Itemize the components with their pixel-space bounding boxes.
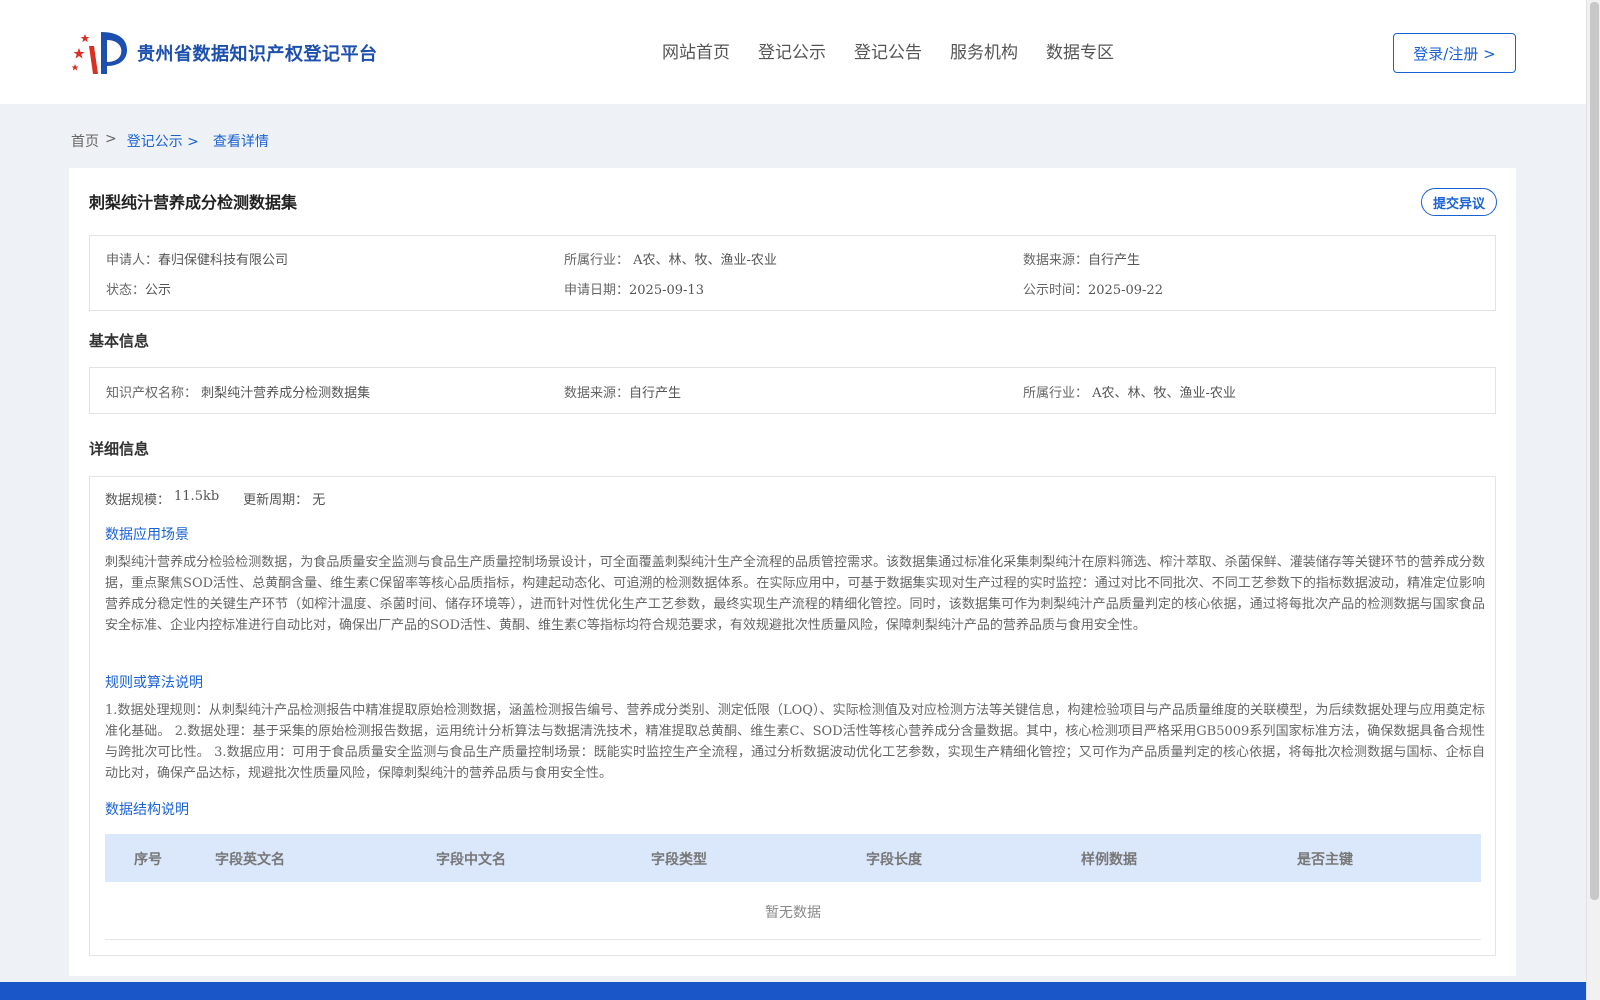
publish-date-label: 公示时间：	[1023, 283, 1089, 298]
scrollbar-thumb[interactable]	[1590, 2, 1599, 900]
source-field: 数据来源：自行产生	[1023, 249, 1140, 268]
col-field-length: 字段长度	[866, 852, 922, 868]
basic-source-value: 自行产生	[629, 386, 682, 401]
basic-info-box: 知识产权名称： 刺梨纯汁营养成分检测数据集 数据来源：自行产生 所属行业： A农…	[89, 367, 1496, 414]
basic-industry-label: 所属行业：	[1023, 386, 1089, 401]
col-field-type: 字段类型	[651, 852, 707, 868]
data-meta: 数据规模： 11.5kb 更新周期： 无	[105, 489, 329, 508]
col-field-chinese-name: 字段中文名	[436, 852, 506, 868]
source-label: 数据来源：	[1023, 253, 1089, 268]
breadcrumb: 首页 > 登记公示 > 查看详情	[71, 131, 275, 151]
platform-name[interactable]: 贵州省数据知识产权登记平台	[137, 40, 378, 66]
nav-item-data-zone[interactable]: 数据专区	[1046, 38, 1114, 63]
industry-value: A农、林、牧、渔业-农业	[633, 253, 777, 268]
status-label: 状态：	[106, 283, 146, 298]
basic-industry-value: A农、林、牧、渔业-农业	[1092, 386, 1236, 401]
col-primary-key: 是否主键	[1297, 852, 1353, 868]
applicant-field: 申请人：春归保健科技有限公司	[106, 249, 288, 268]
col-sample-data: 样例数据	[1081, 852, 1137, 868]
scenario-title: 数据应用场景	[105, 527, 189, 543]
breadcrumb-current: 查看详情	[212, 134, 269, 150]
status-value: 公示	[145, 283, 172, 298]
apply-date-value: 2025-09-13	[629, 283, 704, 298]
nav-item-service-agencies[interactable]: 服务机构	[950, 38, 1018, 63]
detail-card: 刺梨纯汁营养成分检测数据集 提交异议 申请人：春归保健科技有限公司 所属行业： …	[69, 168, 1516, 976]
col-field-english-name: 字段英文名	[215, 852, 285, 868]
data-structure-table: 序号 字段英文名 字段中文名 字段类型 字段长度 样例数据 是否主键 暂无数据	[105, 834, 1481, 940]
source-value: 自行产生	[1088, 253, 1141, 268]
basic-info-title: 基本信息	[89, 332, 150, 350]
ip-name-field: 知识产权名称： 刺梨纯汁营养成分检测数据集	[106, 382, 370, 401]
applicant-label: 申请人：	[106, 253, 159, 268]
login-register-button[interactable]: 登录/注册 >	[1393, 33, 1516, 73]
col-index: 序号	[134, 852, 162, 868]
basic-source-label: 数据来源：	[564, 386, 630, 401]
cycle-label: 更新周期：	[243, 493, 309, 508]
status-field: 状态：公示	[106, 279, 171, 298]
structure-title: 数据结构说明	[105, 802, 189, 818]
platform-logo-icon	[71, 32, 127, 74]
record-summary: 申请人：春归保健科技有限公司 所属行业： A农、林、牧、渔业-农业 数据来源：自…	[89, 235, 1496, 311]
cycle-value: 无	[312, 493, 326, 508]
apply-date-field: 申请日期：2025-09-13	[564, 279, 704, 298]
breadcrumb-separator: >	[105, 131, 117, 147]
ip-name-value: 刺梨纯汁营养成分检测数据集	[201, 386, 371, 401]
publish-date-field: 公示时间：2025-09-22	[1023, 279, 1163, 298]
nav-item-registration-publicity[interactable]: 登记公示	[758, 38, 826, 63]
table-header: 序号 字段英文名 字段中文名 字段类型 字段长度 样例数据 是否主键	[105, 834, 1481, 882]
publish-date-value: 2025-09-22	[1088, 283, 1163, 298]
detail-info-box: 数据规模： 11.5kb 更新周期： 无 数据应用场景 刺梨纯汁营养成分检验检测…	[89, 476, 1496, 956]
ip-name-label: 知识产权名称：	[106, 386, 198, 401]
rules-text: 1.数据处理规则：从刺梨纯汁产品检测报告中精准提取原始检测数据，涵盖检测报告编号…	[105, 703, 1485, 781]
rules-title: 规则或算法说明	[105, 675, 203, 691]
site-header: 贵州省数据知识产权登记平台 网站首页 登记公示 登记公告 服务机构 数据专区 登…	[0, 0, 1586, 104]
main-nav: 网站首页 登记公示 登记公告 服务机构 数据专区	[662, 38, 1142, 63]
breadcrumb-home[interactable]: 首页	[71, 131, 99, 151]
basic-industry-field: 所属行业： A农、林、牧、渔业-农业	[1023, 382, 1236, 401]
scenario-text: 刺梨纯汁营养成分检验检测数据，为食品质量安全监测与食品生产质量控制场景设计，可全…	[105, 555, 1485, 633]
empty-text: 暂无数据	[765, 905, 821, 921]
detail-info-title: 详细信息	[89, 440, 150, 458]
breadcrumb-registration-publicity[interactable]: 登记公示 >	[127, 131, 199, 151]
submit-objection-button[interactable]: 提交异议	[1421, 188, 1497, 216]
basic-source-field: 数据来源：自行产生	[564, 382, 681, 401]
record-title: 刺梨纯汁营养成分检测数据集	[89, 193, 298, 212]
scale-value: 11.5kb	[174, 489, 220, 504]
industry-field: 所属行业： A农、林、牧、渔业-农业	[564, 249, 777, 268]
site-footer	[0, 982, 1586, 1000]
applicant-value: 春归保健科技有限公司	[158, 253, 289, 268]
industry-label: 所属行业：	[564, 253, 630, 268]
apply-date-label: 申请日期：	[564, 283, 630, 298]
table-empty-state: 暂无数据	[105, 882, 1481, 940]
nav-item-registration-announcement[interactable]: 登记公告	[854, 38, 922, 63]
nav-item-home[interactable]: 网站首页	[662, 38, 730, 63]
scale-label: 数据规模：	[105, 493, 171, 508]
page-scrollbar[interactable]	[1586, 0, 1600, 1000]
